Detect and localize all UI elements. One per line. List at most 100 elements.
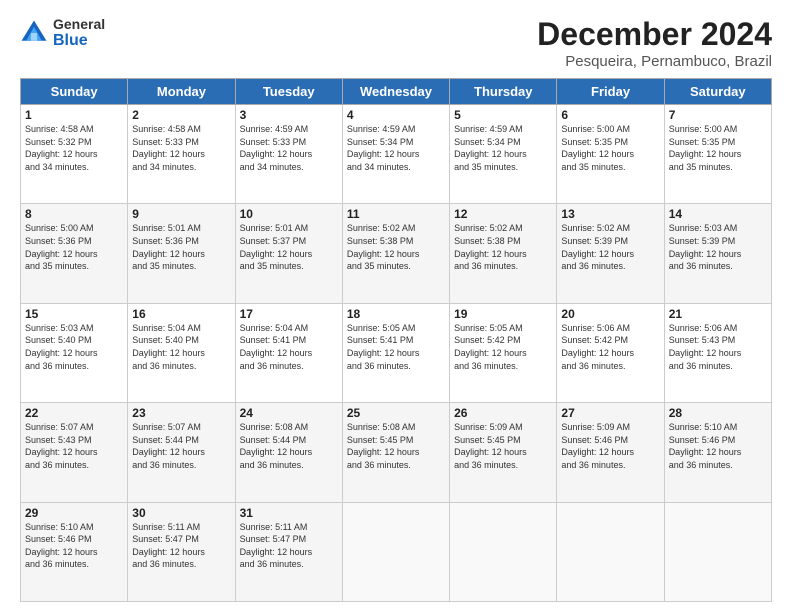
table-row: 4Sunrise: 4:59 AM Sunset: 5:34 PM Daylig… (342, 105, 449, 204)
day-info: Sunrise: 5:02 AM Sunset: 5:38 PM Dayligh… (347, 222, 445, 272)
day-number: 26 (454, 406, 552, 420)
day-number: 14 (669, 207, 767, 221)
logo: General Blue (20, 16, 105, 50)
day-number: 3 (240, 108, 338, 122)
day-number: 10 (240, 207, 338, 221)
table-row (664, 502, 771, 601)
table-row: 28Sunrise: 5:10 AM Sunset: 5:46 PM Dayli… (664, 403, 771, 502)
day-info: Sunrise: 5:00 AM Sunset: 5:36 PM Dayligh… (25, 222, 123, 272)
table-row: 24Sunrise: 5:08 AM Sunset: 5:44 PM Dayli… (235, 403, 342, 502)
col-sunday: Sunday (21, 79, 128, 105)
day-info: Sunrise: 5:06 AM Sunset: 5:43 PM Dayligh… (669, 322, 767, 372)
day-info: Sunrise: 5:11 AM Sunset: 5:47 PM Dayligh… (132, 521, 230, 571)
calendar-week-row: 15Sunrise: 5:03 AM Sunset: 5:40 PM Dayli… (21, 303, 772, 402)
calendar-table: Sunday Monday Tuesday Wednesday Thursday… (20, 78, 772, 602)
table-row: 15Sunrise: 5:03 AM Sunset: 5:40 PM Dayli… (21, 303, 128, 402)
day-number: 15 (25, 307, 123, 321)
table-row: 2Sunrise: 4:58 AM Sunset: 5:33 PM Daylig… (128, 105, 235, 204)
table-row: 23Sunrise: 5:07 AM Sunset: 5:44 PM Dayli… (128, 403, 235, 502)
day-info: Sunrise: 5:00 AM Sunset: 5:35 PM Dayligh… (561, 123, 659, 173)
day-info: Sunrise: 5:01 AM Sunset: 5:37 PM Dayligh… (240, 222, 338, 272)
day-info: Sunrise: 5:04 AM Sunset: 5:41 PM Dayligh… (240, 322, 338, 372)
logo-general: General (53, 16, 105, 32)
day-info: Sunrise: 5:05 AM Sunset: 5:42 PM Dayligh… (454, 322, 552, 372)
day-number: 27 (561, 406, 659, 420)
logo-icon (20, 19, 48, 47)
table-row: 20Sunrise: 5:06 AM Sunset: 5:42 PM Dayli… (557, 303, 664, 402)
table-row: 27Sunrise: 5:09 AM Sunset: 5:46 PM Dayli… (557, 403, 664, 502)
day-number: 24 (240, 406, 338, 420)
day-number: 5 (454, 108, 552, 122)
day-number: 20 (561, 307, 659, 321)
table-row: 16Sunrise: 5:04 AM Sunset: 5:40 PM Dayli… (128, 303, 235, 402)
day-number: 11 (347, 207, 445, 221)
table-row: 3Sunrise: 4:59 AM Sunset: 5:33 PM Daylig… (235, 105, 342, 204)
table-row: 13Sunrise: 5:02 AM Sunset: 5:39 PM Dayli… (557, 204, 664, 303)
day-info: Sunrise: 5:07 AM Sunset: 5:43 PM Dayligh… (25, 421, 123, 471)
logo-text-block: General Blue (53, 16, 105, 50)
calendar-header: Sunday Monday Tuesday Wednesday Thursday… (21, 79, 772, 105)
table-row: 5Sunrise: 4:59 AM Sunset: 5:34 PM Daylig… (450, 105, 557, 204)
calendar-week-row: 1Sunrise: 4:58 AM Sunset: 5:32 PM Daylig… (21, 105, 772, 204)
day-number: 19 (454, 307, 552, 321)
title-block: December 2024 Pesqueira, Pernambuco, Bra… (537, 16, 772, 70)
day-info: Sunrise: 5:06 AM Sunset: 5:42 PM Dayligh… (561, 322, 659, 372)
day-number: 22 (25, 406, 123, 420)
day-number: 17 (240, 307, 338, 321)
day-info: Sunrise: 4:59 AM Sunset: 5:34 PM Dayligh… (454, 123, 552, 173)
table-row: 11Sunrise: 5:02 AM Sunset: 5:38 PM Dayli… (342, 204, 449, 303)
day-info: Sunrise: 4:58 AM Sunset: 5:33 PM Dayligh… (132, 123, 230, 173)
calendar-body: 1Sunrise: 4:58 AM Sunset: 5:32 PM Daylig… (21, 105, 772, 602)
day-info: Sunrise: 4:59 AM Sunset: 5:33 PM Dayligh… (240, 123, 338, 173)
day-number: 12 (454, 207, 552, 221)
table-row (557, 502, 664, 601)
day-number: 9 (132, 207, 230, 221)
calendar-week-row: 8Sunrise: 5:00 AM Sunset: 5:36 PM Daylig… (21, 204, 772, 303)
day-number: 13 (561, 207, 659, 221)
table-row: 10Sunrise: 5:01 AM Sunset: 5:37 PM Dayli… (235, 204, 342, 303)
table-row: 21Sunrise: 5:06 AM Sunset: 5:43 PM Dayli… (664, 303, 771, 402)
logo-blue: Blue (53, 32, 88, 50)
day-info: Sunrise: 5:00 AM Sunset: 5:35 PM Dayligh… (669, 123, 767, 173)
day-number: 8 (25, 207, 123, 221)
day-info: Sunrise: 5:07 AM Sunset: 5:44 PM Dayligh… (132, 421, 230, 471)
day-info: Sunrise: 5:09 AM Sunset: 5:46 PM Dayligh… (561, 421, 659, 471)
col-thursday: Thursday (450, 79, 557, 105)
table-row: 25Sunrise: 5:08 AM Sunset: 5:45 PM Dayli… (342, 403, 449, 502)
day-info: Sunrise: 5:11 AM Sunset: 5:47 PM Dayligh… (240, 521, 338, 571)
day-info: Sunrise: 5:08 AM Sunset: 5:45 PM Dayligh… (347, 421, 445, 471)
col-friday: Friday (557, 79, 664, 105)
month-title: December 2024 (537, 16, 772, 53)
day-number: 29 (25, 506, 123, 520)
table-row (342, 502, 449, 601)
location-subtitle: Pesqueira, Pernambuco, Brazil (537, 53, 772, 70)
col-wednesday: Wednesday (342, 79, 449, 105)
day-info: Sunrise: 5:03 AM Sunset: 5:39 PM Dayligh… (669, 222, 767, 272)
table-row: 14Sunrise: 5:03 AM Sunset: 5:39 PM Dayli… (664, 204, 771, 303)
page: General Blue December 2024 Pesqueira, Pe… (0, 0, 792, 612)
day-number: 30 (132, 506, 230, 520)
table-row: 29Sunrise: 5:10 AM Sunset: 5:46 PM Dayli… (21, 502, 128, 601)
header: General Blue December 2024 Pesqueira, Pe… (20, 16, 772, 70)
day-info: Sunrise: 5:10 AM Sunset: 5:46 PM Dayligh… (669, 421, 767, 471)
day-number: 2 (132, 108, 230, 122)
table-row: 22Sunrise: 5:07 AM Sunset: 5:43 PM Dayli… (21, 403, 128, 502)
table-row: 7Sunrise: 5:00 AM Sunset: 5:35 PM Daylig… (664, 105, 771, 204)
calendar-week-row: 22Sunrise: 5:07 AM Sunset: 5:43 PM Dayli… (21, 403, 772, 502)
col-tuesday: Tuesday (235, 79, 342, 105)
table-row: 31Sunrise: 5:11 AM Sunset: 5:47 PM Dayli… (235, 502, 342, 601)
day-info: Sunrise: 5:01 AM Sunset: 5:36 PM Dayligh… (132, 222, 230, 272)
day-info: Sunrise: 4:58 AM Sunset: 5:32 PM Dayligh… (25, 123, 123, 173)
day-info: Sunrise: 5:04 AM Sunset: 5:40 PM Dayligh… (132, 322, 230, 372)
day-number: 16 (132, 307, 230, 321)
header-row: Sunday Monday Tuesday Wednesday Thursday… (21, 79, 772, 105)
col-saturday: Saturday (664, 79, 771, 105)
day-number: 7 (669, 108, 767, 122)
day-number: 4 (347, 108, 445, 122)
day-info: Sunrise: 4:59 AM Sunset: 5:34 PM Dayligh… (347, 123, 445, 173)
day-info: Sunrise: 5:10 AM Sunset: 5:46 PM Dayligh… (25, 521, 123, 571)
day-number: 28 (669, 406, 767, 420)
day-number: 23 (132, 406, 230, 420)
table-row: 12Sunrise: 5:02 AM Sunset: 5:38 PM Dayli… (450, 204, 557, 303)
day-number: 25 (347, 406, 445, 420)
